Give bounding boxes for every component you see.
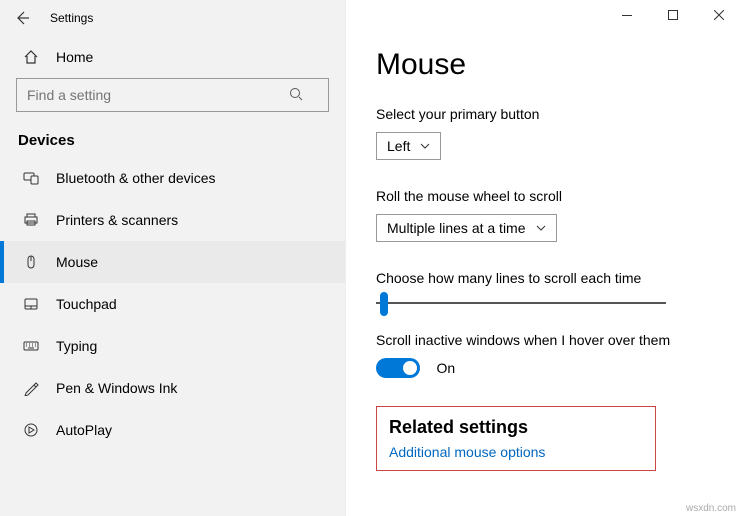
related-settings-box: Related settings Additional mouse option… bbox=[376, 406, 656, 471]
primary-button-value: Left bbox=[387, 138, 410, 154]
sidebar-item-label: Pen & Windows Ink bbox=[56, 380, 177, 396]
back-button[interactable] bbox=[10, 6, 34, 30]
sidebar-item-label: Touchpad bbox=[56, 296, 117, 312]
sidebar-item-printers[interactable]: Printers & scanners bbox=[0, 199, 345, 241]
sidebar-item-typing[interactable]: Typing bbox=[0, 325, 345, 367]
sidebar-item-pen[interactable]: Pen & Windows Ink bbox=[0, 367, 345, 409]
sidebar-item-label: AutoPlay bbox=[56, 422, 112, 438]
chevron-down-icon bbox=[420, 143, 430, 149]
sidebar-item-mouse[interactable]: Mouse bbox=[0, 241, 345, 283]
additional-mouse-options-link[interactable]: Additional mouse options bbox=[389, 444, 643, 460]
keyboard-icon bbox=[20, 338, 42, 354]
sidebar-item-label: Printers & scanners bbox=[56, 212, 178, 228]
chevron-down-icon bbox=[536, 225, 546, 231]
sidebar-item-label: Bluetooth & other devices bbox=[56, 170, 216, 186]
slider-thumb[interactable] bbox=[380, 292, 388, 316]
primary-button-select[interactable]: Left bbox=[376, 132, 441, 160]
search-input[interactable] bbox=[16, 78, 329, 112]
printer-icon bbox=[20, 212, 42, 228]
watermark: wsxdn.com bbox=[686, 503, 736, 514]
devices-icon bbox=[20, 170, 42, 186]
wheel-value: Multiple lines at a time bbox=[387, 220, 526, 236]
sidebar-item-label: Typing bbox=[56, 338, 97, 354]
toggle-state-label: On bbox=[436, 360, 455, 376]
home-label: Home bbox=[56, 49, 93, 65]
window-title: Settings bbox=[50, 11, 93, 25]
sidebar-item-bluetooth[interactable]: Bluetooth & other devices bbox=[0, 157, 345, 199]
section-header: Devices bbox=[0, 120, 345, 157]
home-icon bbox=[20, 49, 42, 65]
lines-slider[interactable] bbox=[376, 302, 666, 304]
lines-label: Choose how many lines to scroll each tim… bbox=[376, 270, 712, 286]
sidebar-item-autoplay[interactable]: AutoPlay bbox=[0, 409, 345, 451]
touchpad-icon bbox=[20, 296, 42, 312]
page-title: Mouse bbox=[376, 48, 712, 82]
primary-button-label: Select your primary button bbox=[376, 106, 712, 122]
wheel-label: Roll the mouse wheel to scroll bbox=[376, 188, 712, 204]
inactive-toggle[interactable] bbox=[376, 358, 420, 378]
sidebar-item-touchpad[interactable]: Touchpad bbox=[0, 283, 345, 325]
pen-icon bbox=[20, 380, 42, 396]
sidebar-item-label: Mouse bbox=[56, 254, 98, 270]
inactive-label: Scroll inactive windows when I hover ove… bbox=[376, 332, 712, 348]
related-title: Related settings bbox=[389, 417, 643, 438]
home-nav-item[interactable]: Home bbox=[0, 36, 345, 78]
autoplay-icon bbox=[20, 422, 42, 438]
toggle-knob bbox=[403, 361, 417, 375]
mouse-icon bbox=[20, 254, 42, 270]
wheel-select[interactable]: Multiple lines at a time bbox=[376, 214, 557, 242]
